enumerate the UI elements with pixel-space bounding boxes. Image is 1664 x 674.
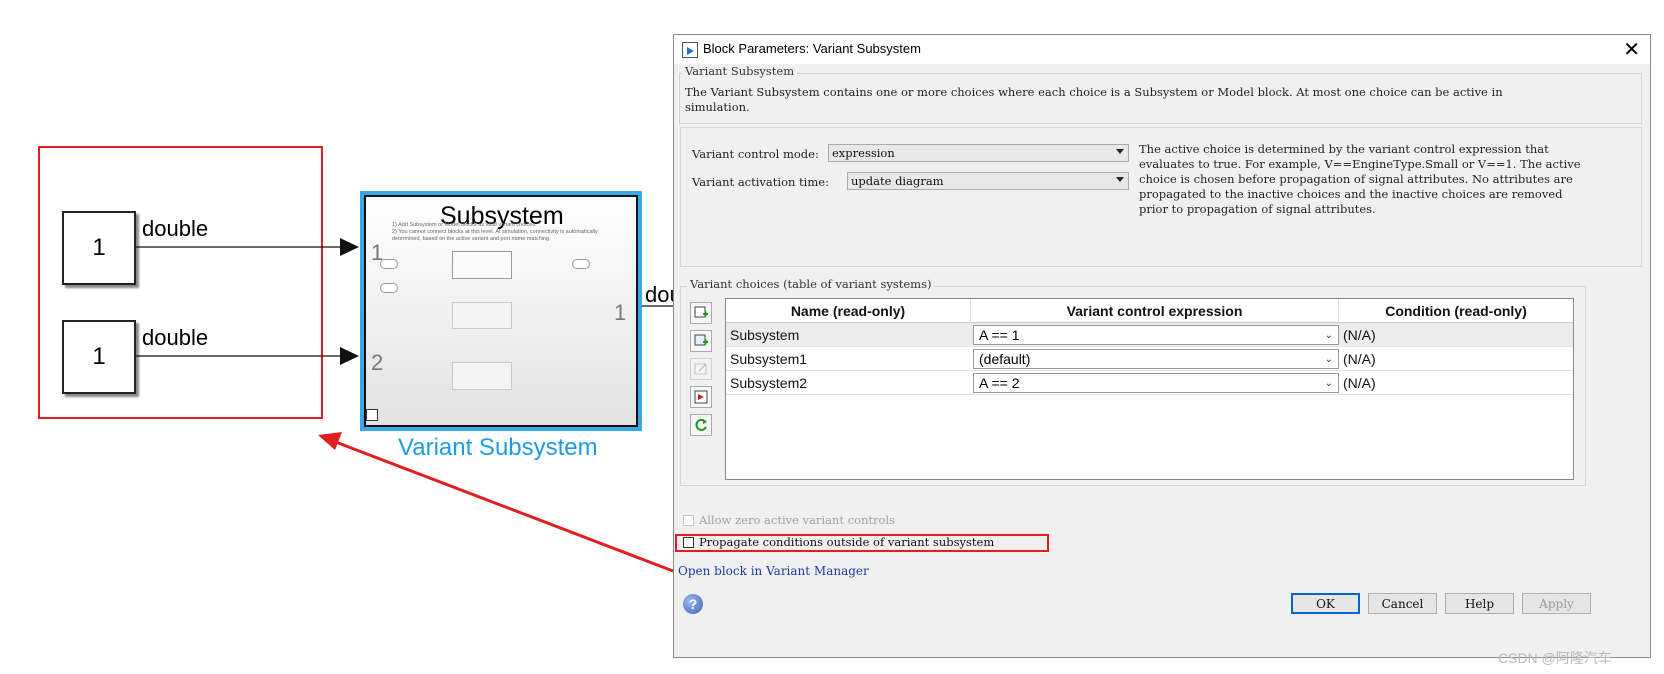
control-mode-value: expression — [832, 146, 895, 160]
activation-time-dropdown[interactable]: update diagram — [847, 172, 1129, 190]
outport-number-1: 1 — [614, 300, 627, 325]
mini-outport-1 — [572, 259, 590, 269]
apply-button: Apply — [1522, 593, 1591, 614]
add-subsystem-icon — [694, 306, 708, 318]
control-mode-label: Variant control mode: — [692, 147, 819, 161]
dropdown-arrow-icon — [1116, 177, 1124, 182]
allow-zero-label: Allow zero active variant controls — [699, 513, 896, 527]
arrowhead-bottom — [340, 347, 359, 365]
inport-number-1: 1 — [371, 240, 384, 265]
help-text: The active choice is determined by the v… — [1139, 142, 1581, 216]
allow-zero-checkbox — [683, 515, 694, 526]
activation-time-value: update diagram — [851, 174, 944, 188]
arrowhead-top — [340, 238, 359, 256]
column-header-expression: Variant control expression — [971, 299, 1339, 323]
chevron-down-icon: ⌄ — [1324, 330, 1333, 341]
column-header-name: Name (read-only) — [726, 299, 971, 323]
copy-icon — [366, 409, 378, 421]
watermark: CSDN @阿隆汽车 — [1498, 650, 1612, 666]
dialog-titlebar: Block Parameters: Variant Subsystem ✕ — [674, 35, 1650, 64]
refresh-button[interactable] — [690, 414, 712, 436]
block-parameters-dialog: Block Parameters: Variant Subsystem ✕ Va… — [673, 34, 1651, 658]
table-row[interactable]: Subsystem A == 1 ⌄ (N/A) — [726, 323, 1573, 347]
column-header-condition: Condition (read-only) — [1339, 299, 1573, 323]
table-row[interactable]: Subsystem2 A == 2 ⌄ (N/A) — [726, 371, 1573, 395]
dialog-title: Block Parameters: Variant Subsystem — [703, 41, 921, 56]
chevron-down-icon: ⌄ — [1324, 378, 1333, 389]
close-icon[interactable]: ✕ — [1623, 37, 1640, 62]
description-text: The Variant Subsystem contains one or mo… — [685, 85, 1503, 114]
refresh-icon — [695, 418, 707, 431]
cell-condition: (N/A) — [1343, 375, 1376, 391]
expression-value: A == 1 — [979, 327, 1020, 343]
block-parameters-icon — [682, 42, 698, 58]
expression-dropdown[interactable]: A == 2 ⌄ — [973, 373, 1339, 393]
group-label-variant-choices: Variant choices (table of variant system… — [687, 277, 935, 291]
cell-condition: (N/A) — [1343, 327, 1376, 343]
propagate-conditions-label: Propagate conditions outside of variant … — [699, 535, 995, 549]
open-block-icon — [694, 390, 708, 404]
help-button[interactable]: Help — [1445, 593, 1514, 614]
add-subsystem-choice-button[interactable] — [690, 302, 712, 324]
mini-choice-subsystem1 — [452, 302, 512, 329]
mini-choice-subsystem2 — [452, 362, 512, 390]
cell-condition: (N/A) — [1343, 351, 1376, 367]
control-mode-dropdown[interactable]: expression — [828, 144, 1129, 162]
chevron-down-icon: ⌄ — [1324, 354, 1333, 365]
add-model-icon — [694, 334, 708, 346]
expression-dropdown[interactable]: A == 1 ⌄ — [973, 325, 1339, 345]
add-model-choice-button[interactable] — [690, 330, 712, 352]
cell-name: Subsystem2 — [730, 375, 808, 391]
edit-choice-button — [690, 358, 712, 380]
inport-number-2: 2 — [371, 350, 384, 375]
open-choice-button[interactable] — [690, 386, 712, 408]
open-variant-manager-link[interactable]: Open block in Variant Manager — [678, 564, 869, 578]
group-label-variant-subsystem: Variant Subsystem — [682, 64, 798, 78]
expression-value: (default) — [979, 351, 1031, 367]
subsystem-note: 1) Add Subsystem or Model blocks as vali… — [392, 222, 598, 242]
variant-choices-table: Name (read-only) Variant control express… — [725, 298, 1574, 480]
ok-button[interactable]: OK — [1291, 593, 1360, 614]
help-icon[interactable]: ? — [683, 594, 703, 614]
edit-icon — [694, 363, 707, 375]
variant-subsystem-name[interactable]: Variant Subsystem — [398, 434, 598, 462]
activation-time-label: Variant activation time: — [692, 175, 829, 189]
expression-dropdown[interactable]: (default) ⌄ — [973, 349, 1339, 369]
mini-choice-subsystem — [452, 251, 512, 279]
cell-name: Subsystem — [730, 327, 800, 343]
dropdown-arrow-icon — [1116, 149, 1124, 154]
cell-name: Subsystem1 — [730, 351, 808, 367]
mini-inport-2 — [380, 283, 398, 293]
table-row[interactable]: Subsystem1 (default) ⌄ (N/A) — [726, 347, 1573, 371]
propagate-conditions-checkbox[interactable] — [683, 537, 694, 548]
expression-value: A == 2 — [979, 375, 1020, 391]
cancel-button[interactable]: Cancel — [1368, 593, 1437, 614]
